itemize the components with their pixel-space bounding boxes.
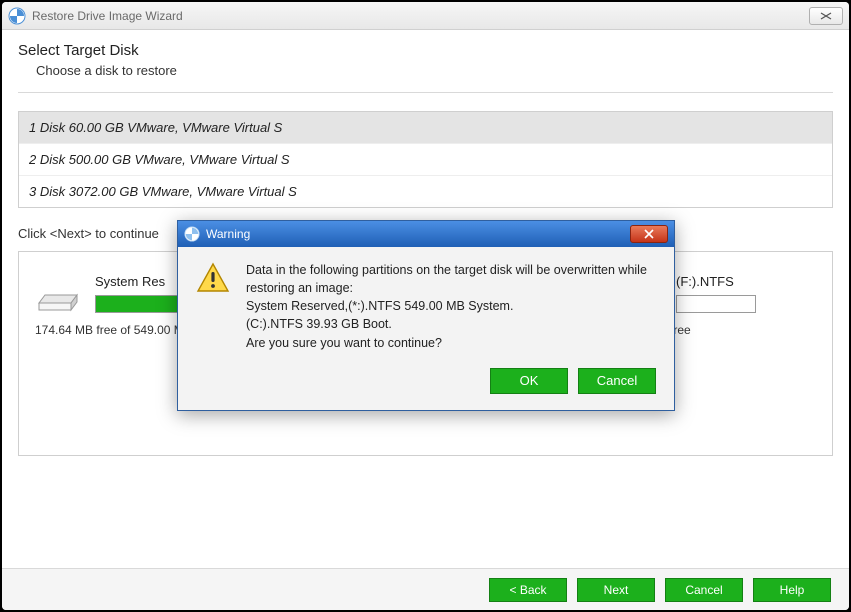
titlebar: Restore Drive Image Wizard xyxy=(2,2,849,30)
dialog-line: System Reserved,(*:).NTFS 549.00 MB Syst… xyxy=(246,297,656,315)
cancel-button[interactable]: Cancel xyxy=(665,578,743,602)
app-icon xyxy=(184,226,200,242)
dialog-message: Data in the following partitions on the … xyxy=(246,261,656,352)
dialog-close-button[interactable] xyxy=(630,225,668,243)
window-title: Restore Drive Image Wizard xyxy=(32,9,809,23)
warning-icon xyxy=(196,261,230,295)
partition-name: (F:).NTFS xyxy=(676,274,816,289)
disk-row[interactable]: 2 Disk 500.00 GB VMware, VMware Virtual … xyxy=(19,144,832,176)
dialog-ok-button[interactable]: OK xyxy=(490,368,568,394)
usage-bar xyxy=(676,295,756,313)
wizard-window: Restore Drive Image Wizard Select Target… xyxy=(2,2,849,610)
dialog-titlebar: Warning xyxy=(178,221,674,247)
page-subheading: Choose a disk to restore xyxy=(36,63,833,78)
disk-list: 1 Disk 60.00 GB VMware, VMware Virtual S… xyxy=(18,111,833,208)
dialog-line: Data in the following partitions on the … xyxy=(246,261,656,297)
warning-dialog: Warning Data in the following partitions… xyxy=(177,220,675,411)
disk-row[interactable]: 3 Disk 3072.00 GB VMware, VMware Virtual… xyxy=(19,176,832,207)
dialog-title: Warning xyxy=(206,227,630,241)
divider xyxy=(18,92,833,93)
close-window-button[interactable] xyxy=(809,7,843,25)
disk-row[interactable]: 1 Disk 60.00 GB VMware, VMware Virtual S xyxy=(19,112,832,144)
help-button[interactable]: Help xyxy=(753,578,831,602)
wizard-footer: < Back Next Cancel Help xyxy=(2,568,849,610)
drive-icon xyxy=(35,285,81,313)
dialog-line: (C:).NTFS 39.93 GB Boot. xyxy=(246,315,656,333)
app-icon xyxy=(8,7,26,25)
dialog-line: Are you sure you want to continue? xyxy=(246,334,656,352)
dialog-cancel-button[interactable]: Cancel xyxy=(578,368,656,394)
next-button[interactable]: Next xyxy=(577,578,655,602)
page-heading: Select Target Disk xyxy=(18,42,833,59)
back-button[interactable]: < Back xyxy=(489,578,567,602)
